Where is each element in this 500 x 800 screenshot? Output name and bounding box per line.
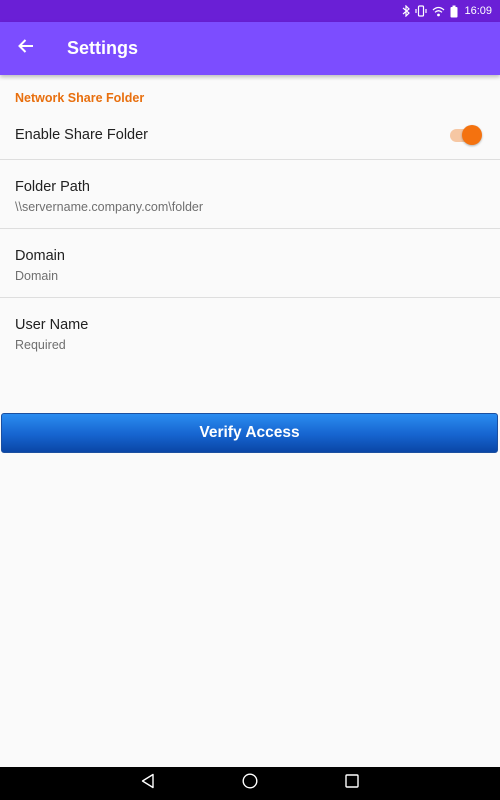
folder-path-title: Folder Path bbox=[15, 179, 90, 195]
status-icons bbox=[402, 5, 458, 18]
status-bar: 16:09 bbox=[0, 0, 500, 22]
bluetooth-icon bbox=[402, 5, 411, 17]
navigation-bar bbox=[0, 767, 500, 800]
home-circle-icon bbox=[242, 773, 258, 794]
wifi-icon bbox=[432, 6, 445, 17]
section-header: Network Share Folder bbox=[15, 91, 145, 105]
back-button[interactable] bbox=[0, 22, 52, 75]
enable-share-folder-row[interactable]: Enable Share Folder bbox=[0, 111, 500, 160]
verify-access-button[interactable]: Verify Access bbox=[1, 413, 498, 453]
domain-summary: Domain bbox=[15, 269, 59, 283]
status-time: 16:09 bbox=[464, 5, 492, 17]
back-triangle-icon bbox=[141, 773, 155, 794]
folder-path-row[interactable]: Folder Path \\servername.company.com\fol… bbox=[0, 160, 500, 229]
battery-icon bbox=[450, 5, 458, 18]
enable-share-folder-switch[interactable] bbox=[448, 124, 484, 146]
app-bar: Settings bbox=[0, 22, 500, 75]
nav-home-button[interactable] bbox=[230, 767, 270, 800]
page-title: Settings bbox=[67, 38, 139, 58]
recents-square-icon bbox=[345, 774, 359, 793]
nav-back-button[interactable] bbox=[128, 767, 168, 800]
user-name-title: User Name bbox=[15, 317, 89, 333]
user-name-row[interactable]: User Name Required bbox=[0, 298, 500, 367]
vibrate-icon bbox=[415, 5, 428, 17]
domain-row[interactable]: Domain Domain bbox=[0, 229, 500, 298]
user-name-summary: Required bbox=[15, 338, 66, 352]
nav-recents-button[interactable] bbox=[332, 767, 372, 800]
switch-thumb bbox=[462, 125, 482, 145]
settings-list: Network Share Folder Enable Share Folder… bbox=[0, 75, 500, 367]
enable-share-folder-label: Enable Share Folder bbox=[15, 127, 148, 143]
folder-path-summary: \\servername.company.com\folder bbox=[15, 200, 204, 214]
domain-title: Domain bbox=[15, 248, 65, 264]
arrow-back-icon bbox=[18, 38, 34, 59]
